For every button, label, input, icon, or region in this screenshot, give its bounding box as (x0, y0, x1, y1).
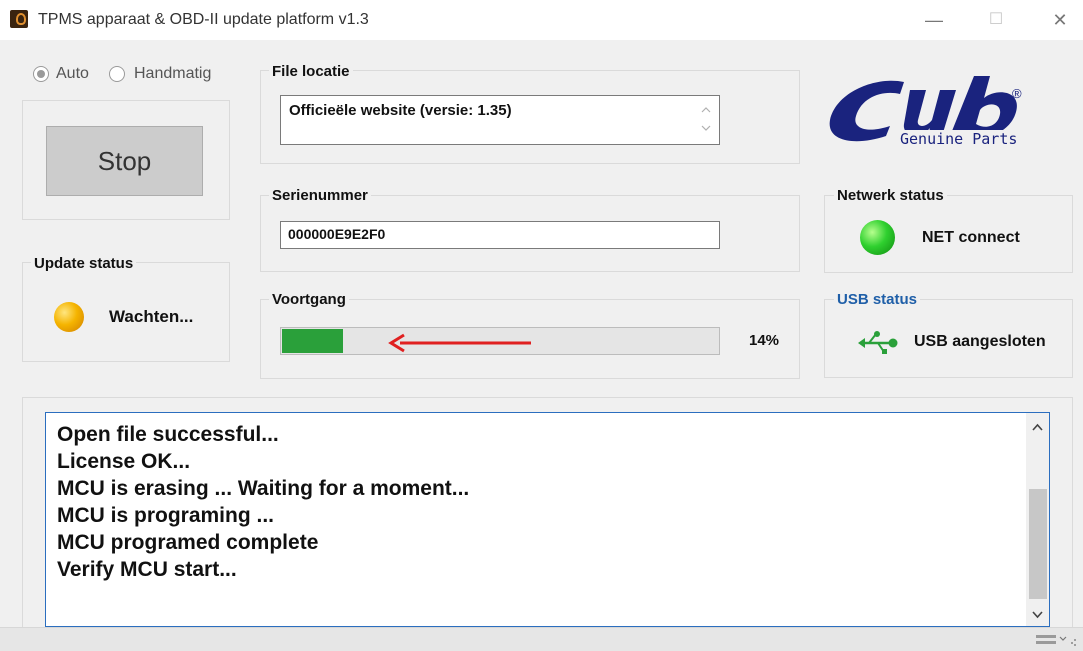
log-panel[interactable]: Open file successful... License OK... MC… (45, 412, 1050, 627)
log-line: MCU programed complete (57, 531, 319, 554)
title-bar: TPMS apparaat & OBD-II update platform v… (0, 0, 1083, 40)
logo-subtitle: Genuine Parts (898, 130, 1020, 148)
serial-label: Serienummer (269, 187, 371, 204)
resize-grip-icon[interactable] (1034, 632, 1078, 648)
maximize-button[interactable]: ☐ (976, 8, 1016, 32)
stop-button[interactable]: Stop (46, 126, 203, 196)
log-line: Verify MCU start... (57, 558, 237, 581)
window-title: TPMS apparaat & OBD-II update platform v… (38, 11, 369, 28)
scroll-up-icon[interactable] (1026, 421, 1049, 433)
log-line: Open file successful... (57, 423, 279, 446)
log-scrollbar-thumb[interactable] (1029, 489, 1047, 599)
network-status-text: NET connect (922, 229, 1020, 246)
manual-radio-label[interactable]: Handmatig (134, 65, 211, 83)
log-line: MCU is programing ... (57, 504, 275, 527)
update-status-led-icon (54, 302, 84, 332)
usb-icon (858, 331, 898, 354)
status-bar (0, 627, 1083, 651)
registered-mark: ® (1012, 86, 1022, 101)
file-location-label: File locatie (269, 63, 353, 80)
close-button[interactable]: ✕ (1040, 8, 1080, 32)
file-location-value: Officieële website (versie: 1.35) (289, 102, 512, 119)
log-line: MCU is erasing ... Waiting for a moment.… (57, 477, 470, 500)
progress-percent: 14% (749, 332, 780, 349)
update-status-text: Wachten... (109, 307, 194, 326)
log-scrollbar[interactable] (1026, 413, 1049, 626)
network-status-led-icon (860, 220, 895, 255)
progress-label: Voortgang (269, 291, 349, 308)
usb-status-text: USB aangesloten (914, 333, 1046, 350)
red-arrow-icon (388, 333, 531, 353)
update-status-label: Update status (31, 255, 137, 272)
cub-logo: ® Genuine Parts (826, 72, 1072, 154)
file-location-field[interactable]: Officieële website (versie: 1.35) (280, 95, 720, 145)
auto-radio[interactable] (33, 66, 49, 82)
log-line: License OK... (57, 450, 191, 473)
usb-status-label: USB status (834, 291, 921, 308)
field-scroll-arrows-icon[interactable] (701, 104, 711, 134)
minimize-button[interactable]: — (914, 8, 954, 32)
network-status-label: Netwerk status (834, 187, 947, 204)
auto-radio-label[interactable]: Auto (56, 65, 89, 83)
progress-bar-fill (282, 329, 343, 353)
manual-radio[interactable] (109, 66, 125, 82)
app-icon (10, 10, 28, 28)
log-lines: Open file successful... License OK... MC… (57, 421, 469, 583)
serial-field[interactable]: 000000E9E2F0 (280, 221, 720, 249)
scroll-down-icon[interactable] (1026, 609, 1049, 621)
